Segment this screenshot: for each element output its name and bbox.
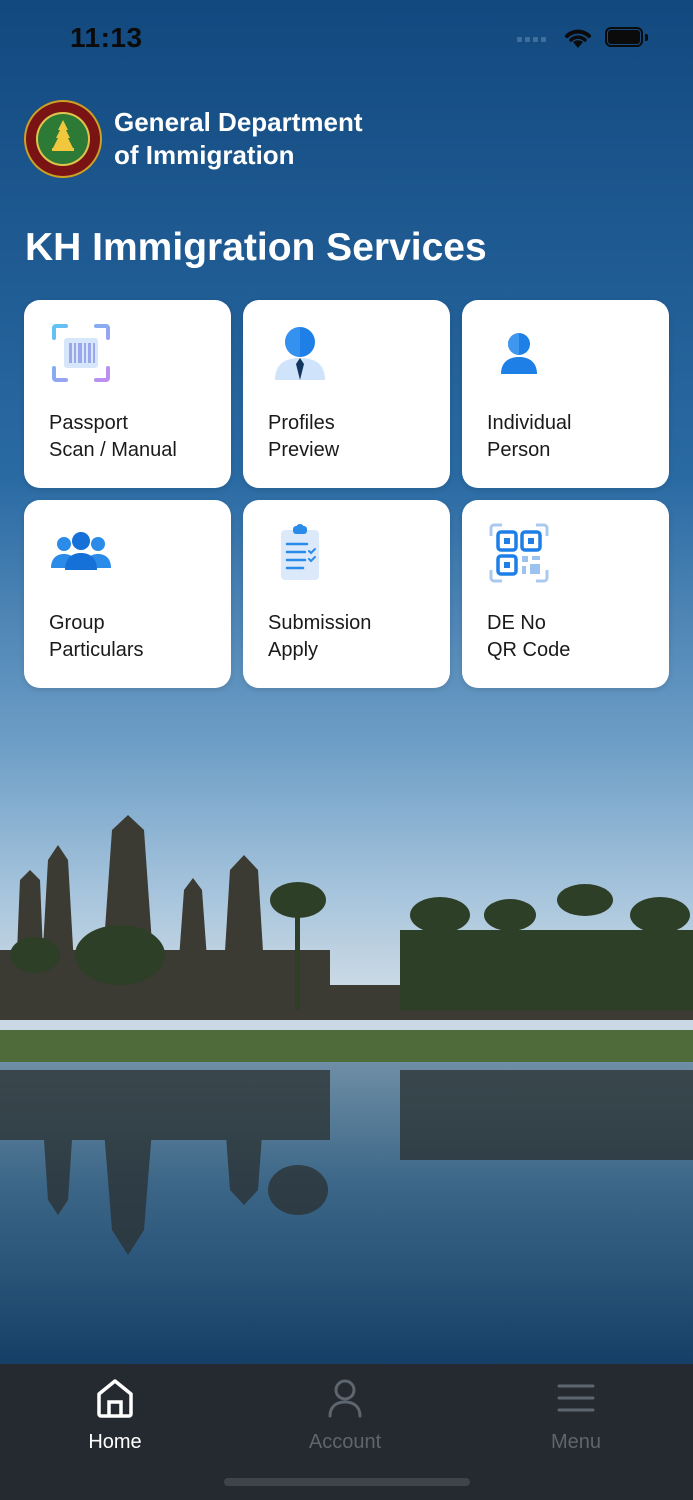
tab-menu[interactable]: Menu: [501, 1376, 651, 1454]
home-icon: [97, 1379, 133, 1418]
immigration-emblem-logo: [24, 100, 102, 178]
tab-menu-label: Menu: [550, 1431, 602, 1453]
service-card-individual[interactable]: Individual Person: [462, 300, 669, 488]
status-bar: 11:13: [0, 0, 693, 80]
profile-person-icon: [275, 327, 325, 380]
tab-account-label: Account: [308, 1431, 382, 1453]
service-label: Passport Scan / Manual: [49, 412, 177, 461]
clipboard-checklist-icon: [281, 524, 319, 580]
home-indicator[interactable]: [224, 1478, 470, 1486]
status-icons: [517, 26, 649, 50]
wifi-icon: [565, 29, 591, 48]
service-label: Group Particulars: [49, 612, 144, 661]
service-label: Submission Apply: [268, 612, 372, 661]
service-card-submission[interactable]: Submission Apply: [243, 500, 450, 688]
group-people-icon: [51, 532, 111, 570]
department-header: General Department of Immigration: [24, 100, 363, 178]
service-card-qr-code[interactable]: DE No QR Code: [462, 500, 669, 688]
department-name: General Department of Immigration: [114, 107, 363, 170]
service-card-profiles[interactable]: Profiles Preview: [243, 300, 450, 488]
page-title: KH Immigration Services: [25, 226, 487, 269]
status-time: 11:13: [70, 22, 143, 53]
service-card-group[interactable]: Group Particulars: [24, 500, 231, 688]
barcode-scan-icon: [52, 324, 110, 382]
qr-code-icon: [489, 523, 549, 583]
battery-icon: [605, 27, 649, 49]
tab-home-label: Home: [88, 1431, 142, 1453]
service-label: Profiles Preview: [268, 412, 340, 461]
cellular-signal-icon: [517, 34, 551, 42]
account-icon: [328, 1379, 362, 1418]
tab-home[interactable]: Home: [40, 1376, 190, 1454]
menu-icon: [557, 1384, 595, 1412]
services-grid: Passport Scan / Manual Profiles Preview …: [24, 300, 669, 688]
service-card-passport[interactable]: Passport Scan / Manual: [24, 300, 231, 488]
tab-account[interactable]: Account: [270, 1376, 420, 1454]
service-label: Individual Person: [487, 412, 572, 461]
service-label: DE No QR Code: [487, 612, 571, 661]
single-person-icon: [501, 333, 537, 374]
